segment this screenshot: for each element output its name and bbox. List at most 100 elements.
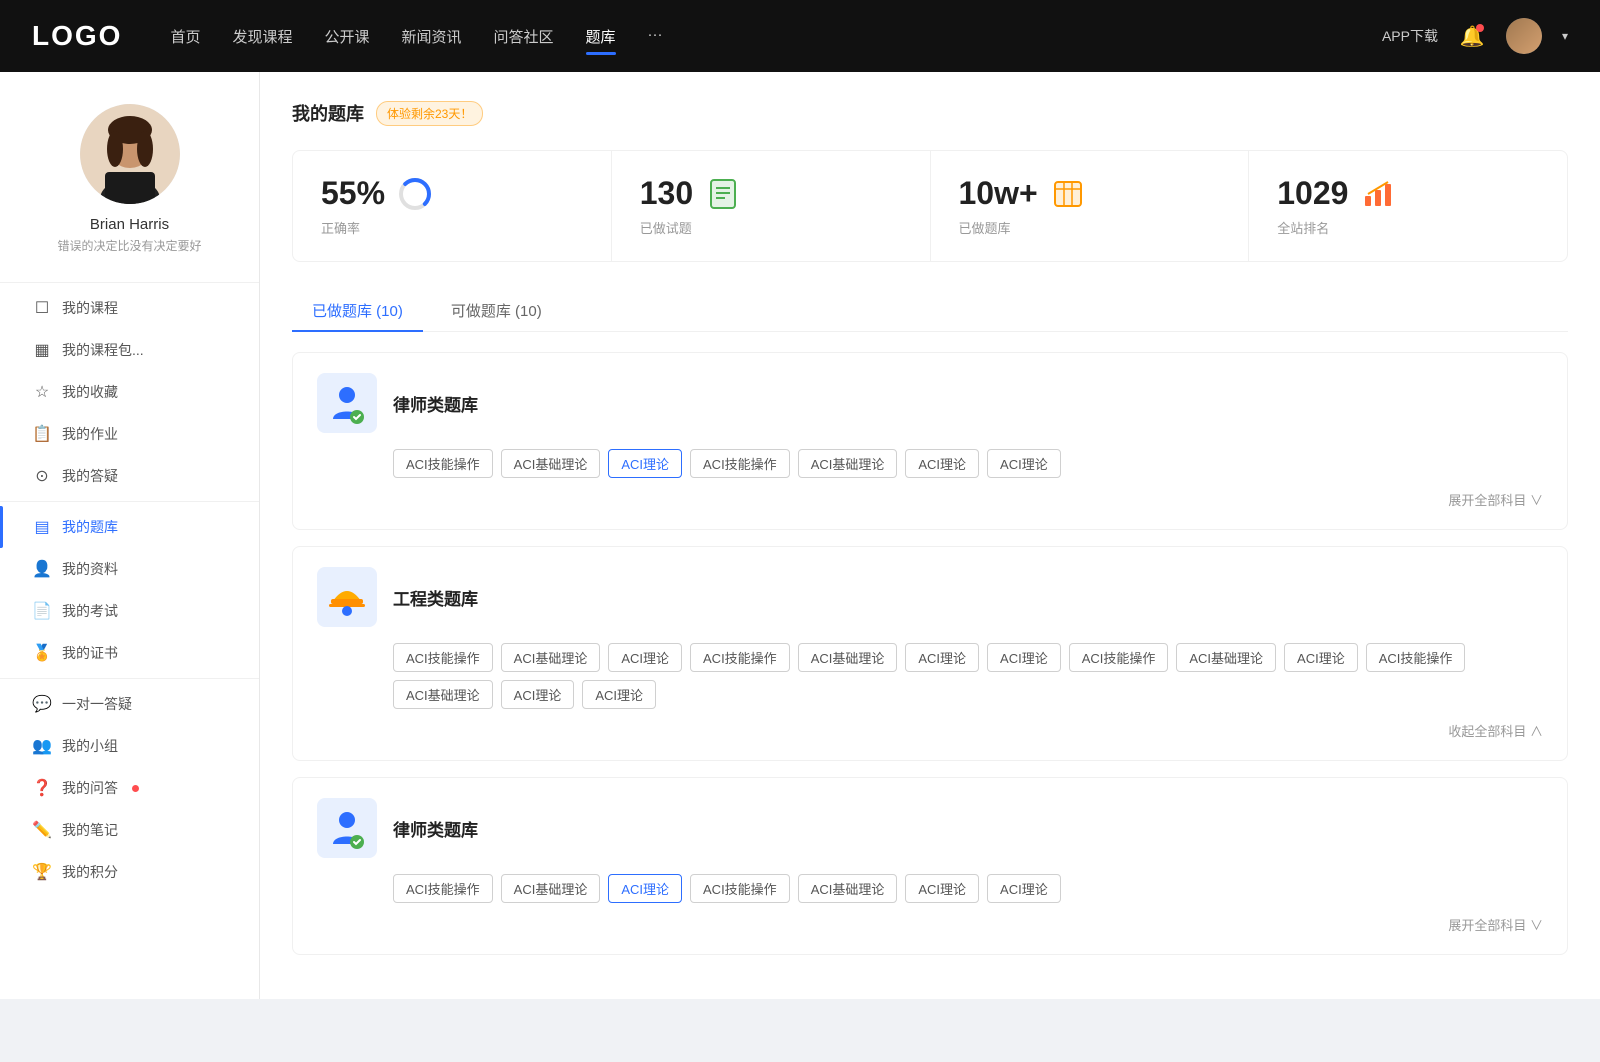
sidebar-item-homework[interactable]: 📋 我的作业 [0,413,259,455]
nav-link-qa[interactable]: 问答社区 [494,22,554,51]
bank-name-1: 律师类题库 [393,391,478,416]
sidebar-item-notes[interactable]: ✏️ 我的笔记 [0,809,259,851]
tag-2-4[interactable]: ACI基础理论 [798,874,898,903]
lawyer-icon-svg [325,381,369,425]
tag-2-1[interactable]: ACI基础理论 [501,874,601,903]
expand-link-1[interactable]: 展开全部科目 ∨ [1448,490,1543,509]
sidebar-item-certificate[interactable]: 🏅 我的证书 [0,632,259,674]
tab-available[interactable]: 可做题库 (10) [431,290,562,331]
tag-1-6[interactable]: ACI理论 [987,643,1061,672]
tag-0-6[interactable]: ACI理论 [987,449,1061,478]
sidebar-label-tutoring: 一对一答疑 [62,694,132,714]
tag-0-4[interactable]: ACI基础理论 [798,449,898,478]
star-icon: ☆ [32,382,52,402]
nav-link-question-bank[interactable]: 题库 [586,22,616,51]
bank-footer-2: 收起全部科目 ∧ [317,721,1543,740]
tag-2-3[interactable]: ACI技能操作 [690,874,790,903]
sidebar-label-homework: 我的作业 [62,424,118,444]
sidebar-label-my-qa: 我的问答 [62,778,118,798]
bank-tags-1: ACI技能操作ACI基础理论ACI理论ACI技能操作ACI基础理论ACI理论AC… [317,449,1543,478]
nav-link-discover[interactable]: 发现课程 [232,22,292,51]
tag-0-2[interactable]: ACI理论 [608,449,682,478]
stat-qdone-top: 130 [640,175,902,212]
banks-done-icon [1050,176,1086,212]
tag-2-5[interactable]: ACI理论 [905,874,979,903]
page-title: 我的题库 [292,100,364,126]
tag-1-10[interactable]: ACI技能操作 [1366,643,1466,672]
tag-0-0[interactable]: ACI技能操作 [393,449,493,478]
stat-bdone-value: 10w+ [959,175,1038,212]
bank-tags-3: ACI技能操作ACI基础理论ACI理论ACI技能操作ACI基础理论ACI理论AC… [317,874,1543,903]
nav-link-home[interactable]: 首页 [170,22,200,51]
tag-1-4[interactable]: ACI基础理论 [798,643,898,672]
tag-1-5[interactable]: ACI理论 [905,643,979,672]
chevron-down-icon[interactable]: ▾ [1562,29,1568,43]
sidebar-item-my-qa[interactable]: ❓ 我的问答 [0,767,259,809]
nav-link-news[interactable]: 新闻资讯 [402,22,462,51]
avatar-svg [80,104,180,204]
notification-bell[interactable]: 🔔 [1458,22,1486,50]
tag-0-3[interactable]: ACI技能操作 [690,449,790,478]
sidebar-item-questions[interactable]: ⊙ 我的答疑 [0,455,259,497]
tag-1-12[interactable]: ACI理论 [501,680,575,709]
tag-1-8[interactable]: ACI基础理论 [1176,643,1276,672]
bank-card-lawyer-1: 律师类题库 ACI技能操作ACI基础理论ACI理论ACI技能操作ACI基础理论A… [292,352,1568,530]
sidebar-label-courses: 我的课程 [62,298,118,318]
engineer-icon-svg [325,575,369,619]
questions-done-icon [705,176,741,212]
sidebar-item-group[interactable]: 👥 我的小组 [0,725,259,767]
tag-1-9[interactable]: ACI理论 [1284,643,1358,672]
sidebar-item-question-bank[interactable]: ▤ 我的题库 [0,506,259,548]
bank-footer-3: 展开全部科目 ∨ [317,915,1543,934]
tag-2-6[interactable]: ACI理论 [987,874,1061,903]
app-download-button[interactable]: APP下载 [1382,26,1438,46]
sidebar-item-tutoring[interactable]: 💬 一对一答疑 [0,683,259,725]
tag-1-0[interactable]: ACI技能操作 [393,643,493,672]
sidebar-item-course-package[interactable]: ▦ 我的课程包... [0,329,259,371]
main-content: 我的题库 体验剩余23天！ 55% 正确率 [260,72,1600,999]
stat-bdone-label: 已做题库 [959,218,1221,237]
bank-icon-lawyer [317,373,377,433]
avatar[interactable] [1506,18,1542,54]
sidebar-item-favorites[interactable]: ☆ 我的收藏 [0,371,259,413]
courses-icon: ☐ [32,298,52,318]
sidebar-item-courses[interactable]: ☐ 我的课程 [0,287,259,329]
sidebar-label-exam: 我的考试 [62,601,118,621]
page-header: 我的题库 体验剩余23天！ [292,100,1568,126]
sidebar-label-course-package: 我的课程包... [62,340,144,360]
sidebar-label-group: 我的小组 [62,736,118,756]
question-icon: ⊙ [32,466,52,486]
exam-icon: 📄 [32,601,52,621]
sidebar-item-exam[interactable]: 📄 我的考试 [0,590,259,632]
stat-accuracy-value: 55% [321,175,385,212]
nav-link-more[interactable]: ··· [648,22,663,51]
expand-link-3[interactable]: 展开全部科目 ∨ [1448,915,1543,934]
tag-1-2[interactable]: ACI理论 [608,643,682,672]
expand-link-2[interactable]: 收起全部科目 ∧ [1448,721,1543,740]
tag-1-13[interactable]: ACI理论 [582,680,656,709]
tag-1-3[interactable]: ACI技能操作 [690,643,790,672]
bank-header-1: 律师类题库 [317,373,1543,433]
question-bank-icon: ▤ [32,517,52,537]
tag-1-1[interactable]: ACI基础理论 [501,643,601,672]
tab-done[interactable]: 已做题库 (10) [292,290,423,331]
tag-2-2[interactable]: ACI理论 [608,874,682,903]
sidebar-label-favorites: 我的收藏 [62,382,118,402]
tag-0-1[interactable]: ACI基础理论 [501,449,601,478]
sidebar-item-profile[interactable]: 👤 我的资料 [0,548,259,590]
stat-bdone-top: 10w+ [959,175,1221,212]
sidebar-item-points[interactable]: 🏆 我的积分 [0,851,259,893]
certificate-icon: 🏅 [32,643,52,663]
sidebar-username: Brian Harris [90,216,169,233]
notification-dot [1476,24,1484,32]
nav-link-opencourse[interactable]: 公开课 [324,22,369,51]
bank-icon-engineer [317,567,377,627]
stat-qdone-value: 130 [640,175,693,212]
stats-row: 55% 正确率 130 [292,150,1568,262]
tag-1-11[interactable]: ACI基础理论 [393,680,493,709]
tag-2-0[interactable]: ACI技能操作 [393,874,493,903]
tag-0-5[interactable]: ACI理论 [905,449,979,478]
tag-1-7[interactable]: ACI技能操作 [1069,643,1169,672]
my-qa-icon: ❓ [32,778,52,798]
points-icon: 🏆 [32,862,52,882]
